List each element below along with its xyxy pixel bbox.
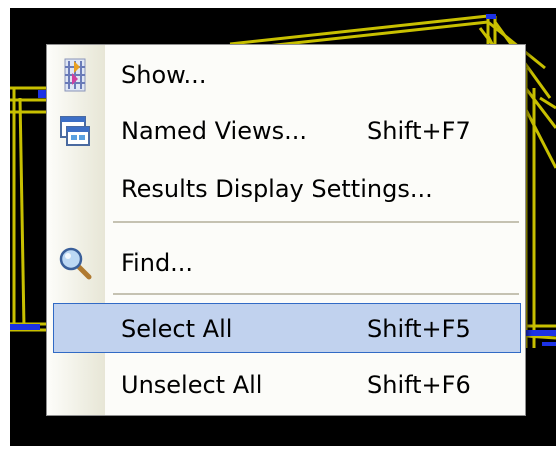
menu-item-label: Select All (121, 315, 233, 343)
menu-item-shortcut: Shift+F6 (367, 371, 471, 399)
menu-item-named-views[interactable]: Named Views... Shift+F7 (47, 103, 525, 159)
menu-item-label: Named Views... (121, 117, 308, 145)
menu-separator (113, 221, 519, 223)
menu-item-results-display-settings[interactable]: Results Display Settings... (47, 161, 525, 217)
menu-item-unselect-all[interactable]: Unselect All Shift+F6 (47, 357, 525, 413)
menu-item-select-all[interactable]: Select All Shift+F5 (47, 301, 525, 357)
menu-item-shortcut: Shift+F5 (367, 315, 471, 343)
menu-item-label: Results Display Settings... (121, 175, 433, 203)
context-menu: Show... Named Views... Shift+F7 Results … (46, 44, 526, 416)
menu-item-find[interactable]: Find... (47, 235, 525, 291)
menu-item-shortcut: Shift+F7 (367, 117, 471, 145)
show-icon (57, 57, 93, 93)
menu-item-label: Show... (121, 61, 207, 89)
menu-item-label: Unselect All (121, 371, 263, 399)
menu-separator (113, 293, 519, 295)
magnifier-icon (57, 245, 93, 281)
named-views-icon (57, 113, 93, 149)
menu-item-show[interactable]: Show... (47, 47, 525, 103)
menu-item-label: Find... (121, 249, 194, 277)
